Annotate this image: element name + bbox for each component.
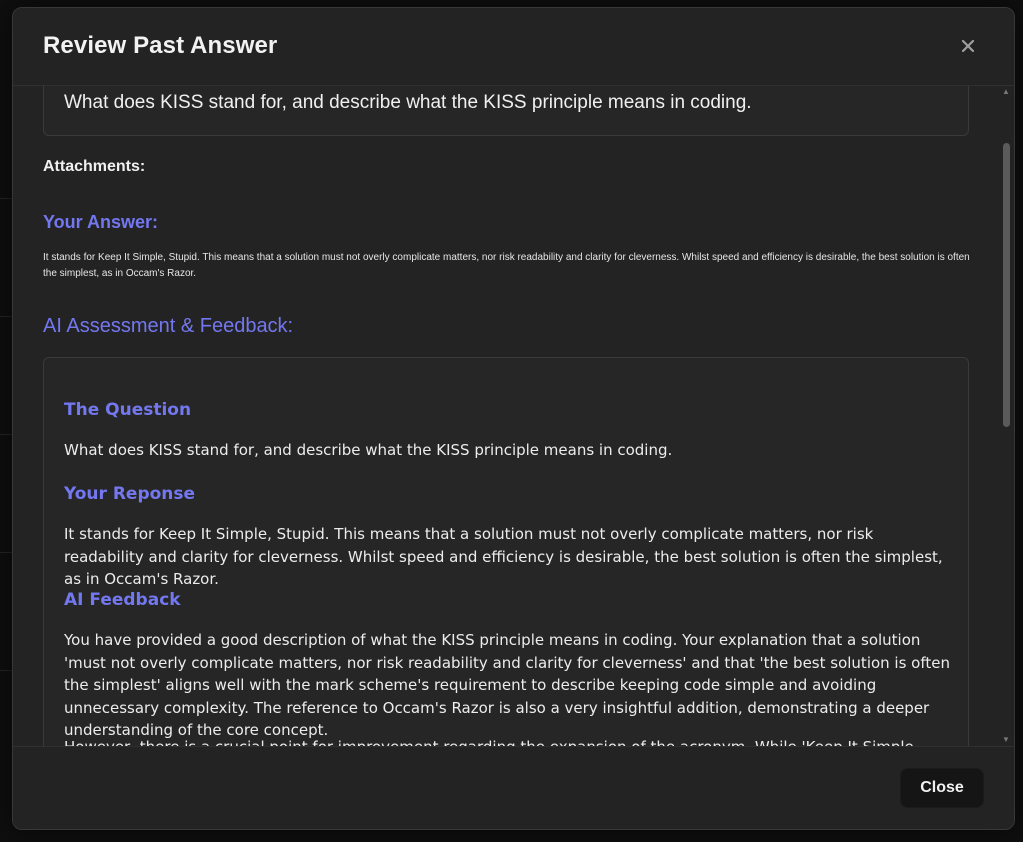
feedback-question-heading: The Question: [64, 400, 192, 420]
modal-scrollbar[interactable]: ▲ ▼: [1000, 86, 1012, 746]
ai-feedback-paragraph: You have provided a good description of …: [64, 631, 950, 739]
ai-assessment-heading: AI Assessment & Feedback:: [43, 315, 294, 337]
question-text: What does KISS stand for, and describe w…: [64, 92, 752, 113]
close-button[interactable]: Close: [900, 768, 984, 808]
modal-body[interactable]: What does KISS stand for, and describe w…: [13, 86, 1000, 746]
your-answer-text: It stands for Keep It Simple, Stupid. Th…: [43, 252, 970, 279]
feedback-box: The Question What does KISS stand for, a…: [43, 357, 969, 746]
feedback-response-heading: Your Reponse: [64, 484, 196, 504]
feedback-response-text: It stands for Keep It Simple, Stupid. Th…: [64, 525, 943, 588]
attachments-label: Attachments:: [43, 158, 146, 175]
feedback-question-text: What does KISS stand for, and describe w…: [64, 441, 673, 459]
close-icon[interactable]: [958, 36, 978, 56]
question-box: What does KISS stand for, and describe w…: [43, 86, 969, 136]
scroll-down-icon[interactable]: ▼: [1002, 736, 1010, 744]
modal-title: Review Past Answer: [43, 32, 278, 59]
modal-footer: Close: [13, 746, 1014, 829]
ai-feedback-heading: AI Feedback: [64, 590, 181, 610]
modal-header: Review Past Answer: [13, 8, 1014, 86]
review-answer-modal: Review Past Answer What does KISS stand …: [12, 7, 1015, 830]
ai-feedback-paragraph: However, there is a crucial point for im…: [64, 736, 954, 746]
scrollbar-thumb[interactable]: [1003, 143, 1010, 427]
scroll-up-icon[interactable]: ▲: [1002, 88, 1010, 96]
your-answer-heading: Your Answer:: [43, 212, 159, 232]
